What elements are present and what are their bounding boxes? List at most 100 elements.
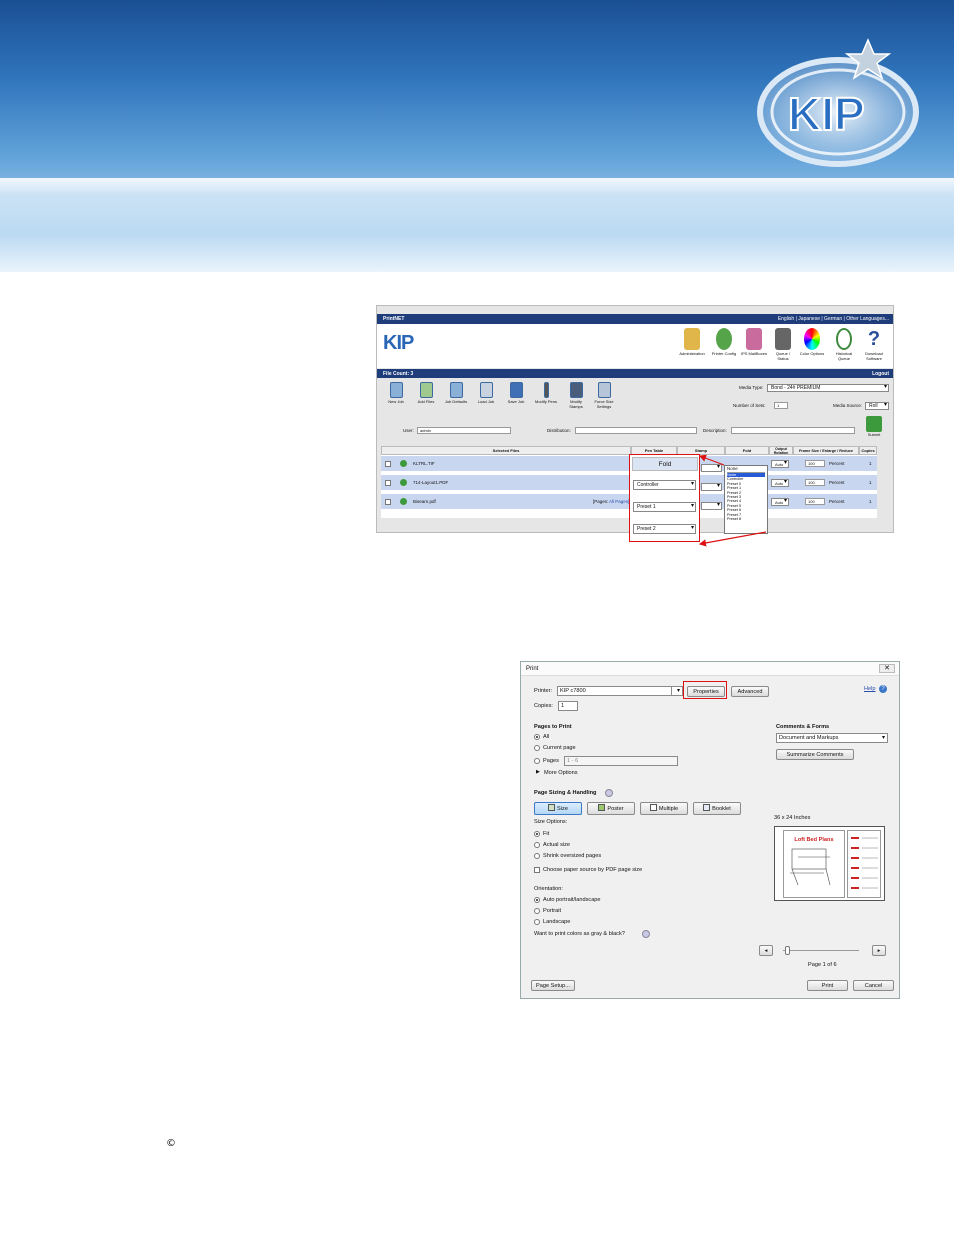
radio-all-label: All — [543, 734, 550, 740]
col-frame-size: Frame Size / Enlarge / Reduce — [793, 446, 859, 455]
tab-booklet[interactable]: Booklet — [693, 802, 741, 815]
add-files-button[interactable]: Add Files — [413, 382, 439, 404]
sets-input[interactable]: 1 — [774, 402, 788, 409]
new-job-button[interactable]: New Job — [383, 382, 409, 404]
distribution-label: Distribution: — [547, 428, 571, 433]
row-checkbox[interactable] — [385, 499, 391, 505]
radio-portrait[interactable] — [534, 908, 540, 914]
media-type-label: Media Type: — [739, 385, 764, 390]
ips-mailboxes-icon[interactable]: IPS MailBoxes — [741, 328, 767, 356]
radio-shrink-label: Shrink oversized pages — [543, 853, 602, 859]
download-software-icon[interactable]: ? Download Software — [861, 328, 887, 361]
multiple-icon — [649, 804, 657, 811]
printer-config-icon[interactable]: Printer Config — [711, 328, 737, 356]
logout-link[interactable]: Logout — [872, 371, 889, 377]
file-count-bar: File Count: 3 Logout — [377, 369, 893, 378]
page-slider-track[interactable] — [783, 950, 859, 951]
radio-actual-size[interactable] — [534, 842, 540, 848]
radio-pages[interactable] — [534, 758, 540, 764]
more-options-toggle[interactable]: More Options — [544, 770, 578, 776]
scale-input[interactable]: 100 — [805, 460, 825, 467]
help-icon[interactable]: ? — [879, 685, 887, 693]
row-checkbox[interactable] — [385, 480, 391, 486]
radio-fit-label: Fit — [543, 831, 550, 837]
preview-size-label: 36 x 24 Inches — [774, 815, 811, 821]
tab-poster[interactable]: Poster — [587, 802, 635, 815]
tab-size[interactable]: Size — [534, 802, 582, 815]
color-options-icon[interactable]: Color Options — [799, 328, 825, 356]
cancel-button[interactable]: Cancel — [853, 980, 894, 991]
more-options-arrow-icon[interactable]: ▶ — [536, 769, 540, 775]
sizing-heading: Page Sizing & Handling — [534, 790, 597, 796]
printer-select[interactable]: KIP c7800 — [557, 686, 683, 696]
submit-button[interactable]: Submit — [864, 416, 884, 444]
language-links[interactable]: English | Japanese | German | Other Lang… — [778, 316, 889, 322]
choose-source-checkbox[interactable] — [534, 867, 540, 873]
scale-input[interactable]: 100 — [805, 479, 825, 486]
radio-shrink[interactable] — [534, 853, 540, 859]
load-job-button[interactable]: Load Job — [473, 382, 499, 404]
choose-source-label: Choose paper source by PDF page size — [543, 867, 643, 873]
queue-status-icon[interactable]: Queue / Status — [770, 328, 796, 361]
modify-pens-button[interactable]: Modify Pens — [533, 382, 559, 404]
comments-select[interactable]: Document and Markups — [776, 733, 888, 743]
scale-input[interactable]: 100 — [805, 498, 825, 505]
user-input[interactable]: admin — [417, 427, 511, 434]
copyright-symbol: © — [166, 1138, 176, 1149]
tab-multiple[interactable]: Multiple — [640, 802, 688, 815]
size-icon — [548, 804, 556, 811]
media-source-select[interactable]: Roll — [865, 402, 889, 410]
status-ok-icon — [400, 460, 407, 467]
radio-all[interactable] — [534, 734, 540, 740]
kip-logo: KIP — [748, 32, 948, 172]
next-page-button[interactable]: ▸ — [872, 945, 886, 956]
radio-actual-label: Actual size — [543, 842, 571, 848]
page-slider-handle[interactable] — [785, 946, 790, 955]
job-defaults-button[interactable]: Job Defaults — [443, 382, 469, 404]
radio-auto-orientation[interactable] — [534, 897, 540, 903]
administration-icon[interactable]: Administration — [679, 328, 705, 356]
size-options-label: Size Options: — [534, 819, 568, 825]
distribution-input[interactable] — [575, 427, 697, 434]
logo-text: KIP — [788, 88, 865, 140]
print-preview: Loft Bed Plans — [774, 826, 885, 901]
info-icon[interactable] — [605, 789, 613, 797]
media-type-select[interactable]: Bond - 24# PREMIUM — [767, 384, 889, 392]
radio-landscape-label: Landscape — [543, 919, 571, 925]
description-label: Description: — [703, 428, 727, 433]
preview-drawing — [790, 848, 831, 886]
col-copies: Copies — [859, 446, 877, 455]
advanced-button[interactable]: Advanced — [731, 686, 769, 697]
close-icon[interactable]: ✕ — [879, 664, 895, 673]
booklet-icon — [703, 804, 711, 811]
status-ok-icon — [400, 479, 407, 486]
radio-current-page[interactable] — [534, 745, 540, 751]
file-count: File Count: 3 — [383, 371, 414, 377]
printer-dropdown-arrow[interactable] — [671, 686, 683, 696]
help-link[interactable]: Help — [864, 686, 876, 692]
print-dialog: Print ✕ Printer: KIP c7800 Properties Ad… — [520, 661, 900, 999]
description-input[interactable] — [731, 427, 855, 434]
copies-input[interactable]: 1 — [558, 701, 578, 711]
force-size-settings-button[interactable]: Force Size Settings — [591, 382, 617, 409]
radio-landscape[interactable] — [534, 919, 540, 925]
page-setup-button[interactable]: Page Setup... — [531, 980, 575, 991]
save-job-button[interactable]: Save Job — [503, 382, 529, 404]
radio-portrait-label: Portrait — [543, 908, 562, 914]
prev-page-button[interactable]: ◂ — [759, 945, 773, 956]
radio-pages-label: Pages — [543, 758, 559, 764]
radio-fit[interactable] — [534, 831, 540, 837]
gray-question: Want to print colors as gray & black? — [534, 931, 625, 937]
print-button[interactable]: Print — [807, 980, 848, 991]
historical-queue-icon[interactable]: Historical Queue — [831, 328, 857, 361]
page-indicator: Page 1 of 6 — [808, 962, 837, 968]
row-checkbox[interactable] — [385, 461, 391, 467]
info-icon[interactable] — [642, 930, 650, 938]
modify-stamps-button[interactable]: Modify Stamps — [563, 382, 589, 409]
radio-current-label: Current page — [543, 745, 576, 751]
summarize-comments-button[interactable]: Summarize Comments — [776, 749, 854, 760]
printer-label: Printer: — [534, 688, 553, 694]
printnet-logo: KIP — [383, 332, 414, 354]
pages-range-input[interactable]: 1 - 6 — [564, 756, 678, 766]
callout-arrows — [698, 454, 767, 547]
